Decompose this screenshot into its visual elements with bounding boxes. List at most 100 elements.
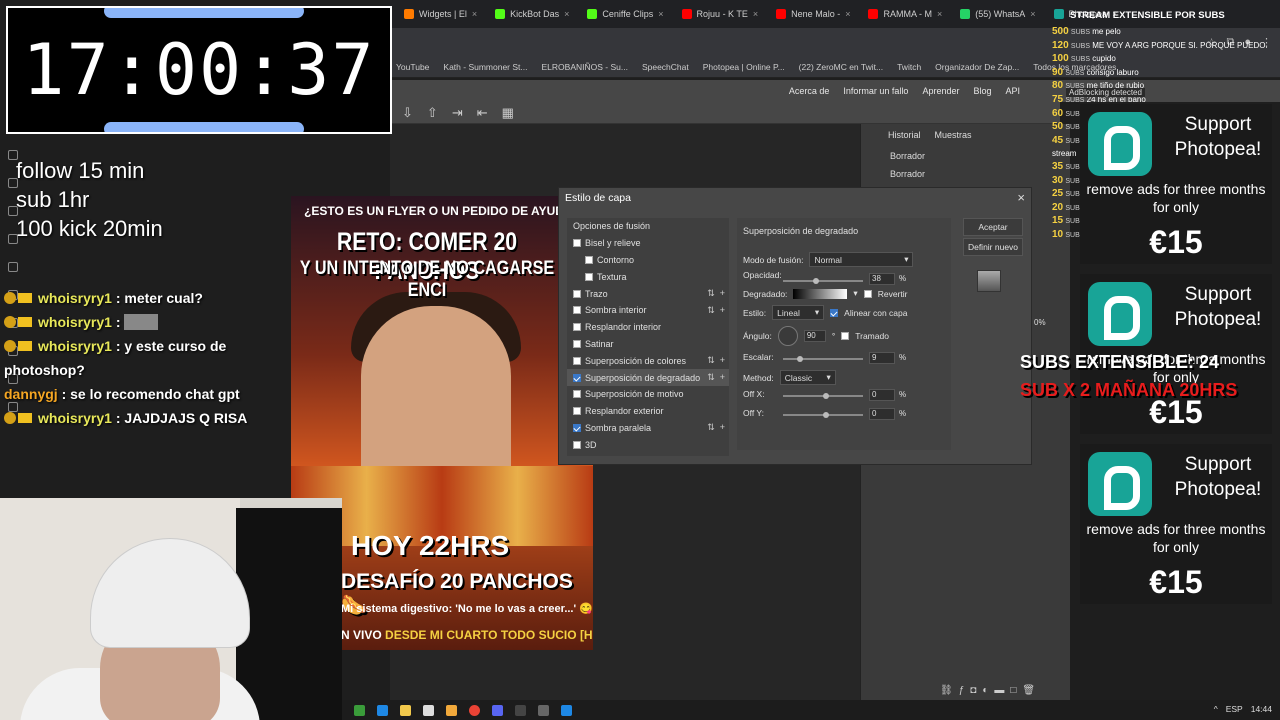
align-icon[interactable]: ⇧ [427,105,438,121]
folder-icon[interactable]: ▬ [994,685,1004,696]
discord-icon[interactable] [492,704,503,716]
blend-option-item[interactable]: Satinar [567,336,729,353]
menu-item[interactable]: Informar un fallo [843,86,908,96]
chevron-down-icon[interactable]: ▾ [853,288,857,299]
add-remove-controls[interactable]: ⇅ + [707,355,725,366]
browser-tab[interactable]: (55) WhatsA × [952,2,1043,26]
blend-option-item[interactable]: Sombra interior ⇅ + [567,302,729,319]
offy-input[interactable]: 0 [869,408,895,420]
folder-icon[interactable] [446,704,457,716]
tab-history[interactable]: Historial [888,130,921,146]
close-icon[interactable]: × [564,9,569,19]
tool-icon[interactable] [8,262,18,272]
option-checkbox[interactable] [585,255,593,264]
chat-username[interactable]: whoisryry1 [38,314,112,330]
chevron-up-icon[interactable]: ^ [1214,704,1218,714]
app-icon[interactable] [538,704,549,716]
align-icon[interactable]: ⇩ [402,105,413,121]
blend-option-item[interactable]: Bisel y relieve [567,235,729,252]
opacity-input[interactable]: 38 [869,273,895,285]
method-select[interactable]: Classic ▾ [779,370,836,385]
app-icon[interactable] [423,704,434,716]
blend-option-item[interactable]: Textura [567,268,729,285]
bookmark-item[interactable]: SpeechChat [642,62,689,72]
option-checkbox[interactable] [573,407,581,416]
option-checkbox[interactable] [573,239,581,248]
style-select[interactable]: Lineal ▾ [772,305,825,320]
close-icon[interactable]: × [472,9,477,19]
trash-icon[interactable]: 🗑 [1022,685,1035,696]
chat-username[interactable]: whoisryry1 [38,338,112,354]
option-checkbox[interactable] [573,306,581,315]
blend-option-item[interactable]: Superposición de colores ⇅ + [567,352,729,369]
distribute-icon[interactable]: ⇤ [477,105,488,121]
browser-tab[interactable]: Nene Malo - × [768,2,858,26]
menu-item[interactable]: Blog [973,86,991,96]
offx-input[interactable]: 0 [869,389,895,401]
slider-knob[interactable] [813,278,819,284]
history-item[interactable]: Borrador [890,151,925,161]
tab-swatches[interactable]: Muestras [935,130,972,146]
blend-options-header[interactable]: Opciones de fusión [567,218,729,235]
blend-option-item[interactable]: Trazo ⇅ + [567,285,729,302]
app-icon[interactable] [400,704,411,716]
app-icon[interactable] [561,704,572,716]
close-icon[interactable]: × [937,9,942,19]
blend-option-item[interactable]: Contorno [567,252,729,269]
blend-option-item[interactable]: Resplandor interior [567,319,729,336]
bookmark-item[interactable]: YouTube [396,62,429,72]
option-checkbox[interactable] [573,390,581,399]
add-remove-controls[interactable]: ⇅ + [707,288,725,299]
add-remove-controls[interactable]: ⇅ + [707,305,725,316]
scale-slider[interactable] [783,356,863,362]
photopea-ad[interactable]: Support Photopea! remove ads for three mo… [1080,444,1272,604]
history-item[interactable]: Borrador [890,169,925,179]
browser-tab[interactable]: Rojuu - K TE × [674,2,767,26]
option-checkbox[interactable] [573,323,581,332]
new-style-button[interactable]: Definir nuevo [963,238,1023,256]
chat-username[interactable]: whoisryry1 [38,290,112,306]
browser-tab[interactable]: KickBot Das × [487,2,577,26]
close-icon[interactable]: × [658,9,663,19]
close-icon[interactable]: × [1030,9,1035,19]
close-icon[interactable]: × [753,9,758,19]
menu-item[interactable]: API [1005,86,1020,96]
app-icon[interactable] [377,704,388,716]
browser-tab[interactable]: Widgets | El × [396,2,485,26]
lang-indicator[interactable]: ESP [1226,704,1243,714]
add-remove-controls[interactable]: ⇅ + [707,372,725,383]
photopea-ad[interactable]: Support Photopea! remove ads for three mo… [1080,104,1272,264]
angle-input[interactable]: 90 [803,330,826,342]
bookmark-item[interactable]: Twitch [897,62,921,72]
option-checkbox[interactable] [573,356,581,365]
chat-username[interactable]: whoisryry1 [38,410,112,426]
slider-knob[interactable] [797,356,803,362]
close-icon[interactable]: × [1017,190,1025,205]
close-icon[interactable]: × [845,9,850,19]
add-remove-controls[interactable]: ⇅ + [707,422,725,433]
browser-tab[interactable]: Ceniffe Clips × [579,2,671,26]
slider-knob[interactable] [823,393,829,399]
chat-username[interactable]: dannygj [4,386,58,402]
mask-icon[interactable]: ◘ [970,685,976,696]
bookmark-item[interactable]: (22) ZeroMC en Twit... [799,62,883,72]
option-checkbox[interactable] [573,440,581,449]
option-checkbox[interactable] [573,423,581,432]
align-checkbox[interactable] [830,308,839,317]
link-icon[interactable]: ⛓ [940,685,953,696]
offx-slider[interactable] [783,393,863,399]
menu-item[interactable]: Acerca de [789,86,830,96]
bookmark-item[interactable]: Photopea | Online P... [703,62,785,72]
opacity-slider[interactable] [783,278,863,284]
gradient-swatch[interactable] [793,288,848,299]
angle-dial[interactable] [777,326,798,346]
blend-option-item[interactable]: Resplandor exterior [567,403,729,420]
blend-mode-select[interactable]: Normal ▾ [809,252,914,267]
bookmark-item[interactable]: Organizador De Zap... [935,62,1019,72]
reverse-checkbox[interactable] [863,289,872,298]
blend-option-item[interactable]: Sombra paralela ⇅ + [567,420,729,437]
grid-icon[interactable]: ▦ [502,105,514,121]
align-icon[interactable]: ⇥ [452,105,463,121]
option-checkbox[interactable] [573,289,581,298]
scale-input[interactable]: 9 [869,352,895,364]
